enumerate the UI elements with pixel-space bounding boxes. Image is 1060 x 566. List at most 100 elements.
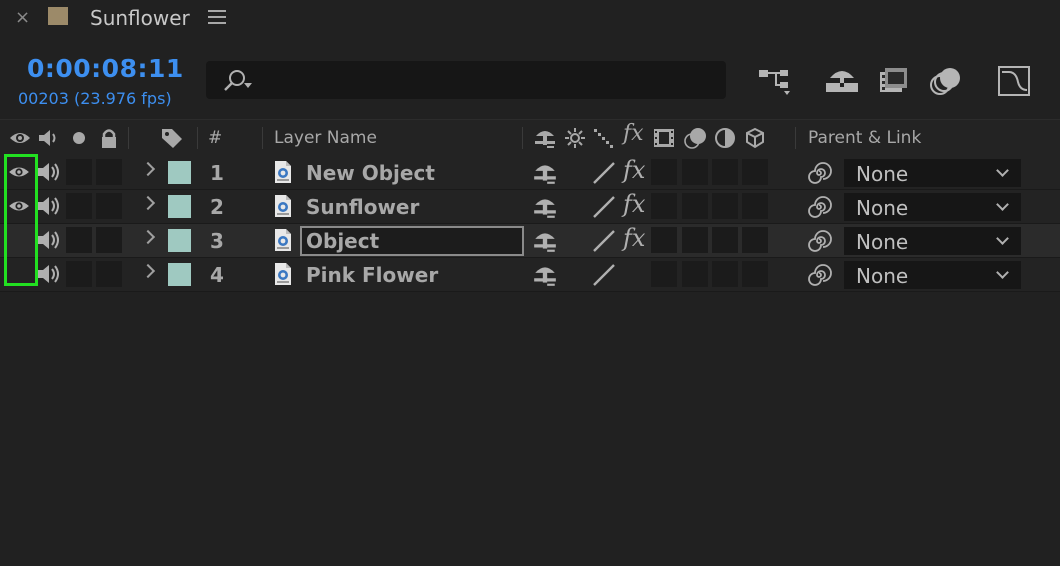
- shy-switch-icon[interactable]: [532, 194, 558, 224]
- adjustment-layer-icon[interactable]: [713, 126, 737, 150]
- search-input[interactable]: [206, 61, 726, 99]
- chevron-down-icon: [996, 164, 1009, 177]
- composition-color-swatch: [48, 7, 68, 25]
- layer-switch-cell[interactable]: [651, 159, 677, 185]
- layer-label-swatch[interactable]: [168, 263, 191, 286]
- layer-switch-cell[interactable]: [742, 193, 768, 219]
- file-footage-icon: [274, 160, 292, 184]
- video-eye-icon[interactable]: [8, 126, 32, 150]
- layer-row[interactable]: 4 Pink Flower None: [0, 258, 1060, 292]
- layer-switch-cell[interactable]: [742, 227, 768, 253]
- layer-row[interactable]: 3 Object fx None: [0, 224, 1060, 258]
- layer-switch-cell[interactable]: [682, 261, 708, 287]
- lock-icon[interactable]: [97, 126, 121, 150]
- label-tag-icon[interactable]: [160, 126, 184, 150]
- motion-blur-icon[interactable]: [926, 64, 966, 98]
- lock-switch[interactable]: [96, 193, 122, 219]
- parent-dropdown[interactable]: None: [844, 193, 1021, 221]
- column-layer-name-header[interactable]: Layer Name: [274, 128, 377, 148]
- layer-name[interactable]: Pink Flower: [306, 263, 438, 287]
- layer-switch-cell[interactable]: [651, 193, 677, 219]
- close-tab-icon[interactable]: ×: [15, 6, 30, 30]
- shy-switch-icon[interactable]: [532, 228, 558, 258]
- audio-speaker-icon[interactable]: [36, 194, 62, 222]
- layer-label-swatch[interactable]: [168, 229, 191, 252]
- frame-count-display: 00203 (23.976 fps): [18, 89, 172, 108]
- lock-switch[interactable]: [96, 261, 122, 287]
- parent-pickwhip-icon[interactable]: [806, 194, 832, 224]
- lock-switch[interactable]: [96, 159, 122, 185]
- parent-pickwhip-icon[interactable]: [806, 228, 832, 258]
- solo-switch[interactable]: [66, 261, 92, 287]
- layer-label-swatch[interactable]: [168, 161, 191, 184]
- layer-row[interactable]: 1 New Object fx None: [0, 156, 1060, 190]
- 3d-layer-cube-icon[interactable]: [743, 126, 767, 150]
- fx-switch-cell[interactable]: [622, 159, 648, 185]
- frame-blend-icon[interactable]: [652, 126, 676, 150]
- layer-number: 2: [210, 195, 224, 219]
- audio-speaker-icon[interactable]: [36, 160, 62, 188]
- twirl-chevron-icon[interactable]: [140, 195, 156, 211]
- quality-switch-icon[interactable]: [591, 228, 617, 258]
- parent-pickwhip-icon[interactable]: [806, 262, 832, 292]
- layer-switch-cell[interactable]: [682, 159, 708, 185]
- column-parent-link-header[interactable]: Parent & Link: [808, 128, 921, 148]
- parent-pickwhip-icon[interactable]: [806, 160, 832, 190]
- layer-switch-cell[interactable]: [682, 193, 708, 219]
- solo-switch[interactable]: [66, 227, 92, 253]
- parent-dropdown[interactable]: None: [844, 261, 1021, 289]
- twirl-chevron-icon[interactable]: [140, 161, 156, 177]
- twirl-chevron-icon[interactable]: [140, 229, 156, 245]
- layer-label-swatch[interactable]: [168, 195, 191, 218]
- file-footage-icon: [274, 194, 292, 218]
- shy-switch-icon[interactable]: [532, 262, 558, 292]
- layer-switch-cell[interactable]: [712, 261, 738, 287]
- layer-switch-cell[interactable]: [712, 159, 738, 185]
- parent-dropdown-value: None: [856, 162, 909, 186]
- parent-dropdown[interactable]: None: [844, 159, 1021, 187]
- effects-fx-icon[interactable]: fx: [623, 123, 644, 145]
- quality-switch-icon[interactable]: [591, 160, 617, 190]
- motion-blur-column-icon[interactable]: [683, 126, 707, 150]
- file-footage-icon: [274, 228, 292, 252]
- layer-name[interactable]: New Object: [306, 161, 435, 185]
- quality-switch-icon[interactable]: [591, 194, 617, 224]
- audio-speaker-icon[interactable]: [36, 262, 62, 290]
- quality-icon[interactable]: [592, 126, 616, 150]
- audio-speaker-icon[interactable]: [36, 126, 60, 150]
- shy-icon[interactable]: [533, 126, 557, 150]
- chevron-down-icon: [996, 232, 1009, 245]
- parent-dropdown[interactable]: None: [844, 227, 1021, 255]
- layer-switch-cell[interactable]: [682, 227, 708, 253]
- collapse-sun-icon[interactable]: [563, 126, 587, 150]
- chevron-down-icon: [996, 266, 1009, 279]
- twirl-chevron-icon[interactable]: [140, 263, 156, 279]
- solo-switch[interactable]: [66, 159, 92, 185]
- layer-switch-cell[interactable]: [712, 193, 738, 219]
- column-number-header[interactable]: #: [208, 128, 222, 148]
- layer-switch-cell[interactable]: [651, 261, 677, 287]
- layer-name[interactable]: Object: [300, 226, 524, 256]
- layer-switch-cell[interactable]: [742, 159, 768, 185]
- quality-switch-icon[interactable]: [591, 262, 617, 292]
- frame-blending-icon[interactable]: [874, 64, 914, 98]
- layer-name[interactable]: Sunflower: [306, 195, 419, 219]
- current-time-display[interactable]: 0:00:08:11: [27, 54, 184, 84]
- composition-mini-flowchart-icon[interactable]: [754, 64, 794, 98]
- solo-switch[interactable]: [66, 193, 92, 219]
- layer-switch-cell[interactable]: [712, 227, 738, 253]
- graph-editor-icon[interactable]: [994, 64, 1034, 98]
- solo-dot-icon[interactable]: [67, 126, 91, 150]
- layer-switch-cell[interactable]: [742, 261, 768, 287]
- audio-speaker-icon[interactable]: [36, 228, 62, 256]
- shy-switch-icon[interactable]: [532, 160, 558, 190]
- lock-switch[interactable]: [96, 227, 122, 253]
- draft-3d-icon[interactable]: [822, 64, 862, 98]
- fx-switch-cell[interactable]: [622, 193, 648, 219]
- fx-switch-cell[interactable]: [622, 227, 648, 253]
- composition-tab-title[interactable]: Sunflower: [90, 5, 190, 31]
- layer-switch-cell[interactable]: [651, 227, 677, 253]
- layer-row[interactable]: 2 Sunflower fx None: [0, 190, 1060, 224]
- hamburger-icon[interactable]: [208, 10, 226, 24]
- visibility-column-highlight: [4, 154, 38, 286]
